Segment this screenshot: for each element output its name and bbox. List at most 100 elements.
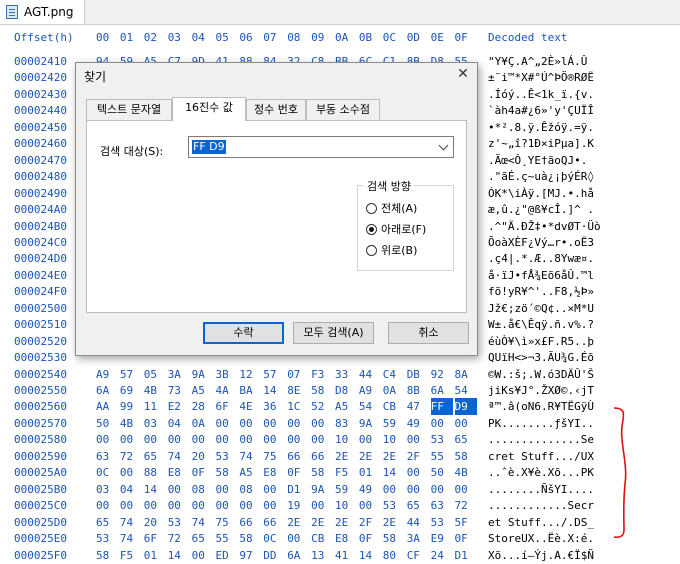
table-row[interactable]: 00002550 6A 69 4B 73 A5 4A BA 14 8E 58 D8 A9 0A 8B 6A 54… bbox=[14, 382, 594, 399]
hex-byte[interactable]: 9A bbox=[192, 366, 214, 383]
hex-byte[interactable]: 0F bbox=[359, 530, 381, 547]
hex-byte[interactable]: 6F bbox=[144, 530, 166, 547]
hex-byte[interactable]: 8A bbox=[455, 366, 477, 383]
table-row[interactable]: 00002530 QUïH<>¬3.ÃU¾G.Éõ bbox=[14, 349, 594, 366]
hex-byte[interactable]: 6F bbox=[216, 398, 238, 415]
table-row[interactable]: 000025B0 03 04 14 00 08 00 08 00 D1 9A 59 49 00 00 00 00… bbox=[14, 481, 594, 498]
hex-byte[interactable]: 75 bbox=[263, 448, 285, 465]
radio-all[interactable]: 전체(A) bbox=[366, 200, 417, 216]
hex-byte[interactable]: 00 bbox=[216, 431, 238, 448]
hex-byte[interactable]: 00 bbox=[263, 481, 285, 498]
hex-byte[interactable]: 00 bbox=[287, 415, 309, 432]
hex-byte[interactable]: 2E bbox=[359, 448, 381, 465]
hex-byte[interactable]: 14 bbox=[359, 547, 381, 564]
hex-byte[interactable]: E9 bbox=[431, 530, 453, 547]
table-row[interactable]: 00002480 ."ãÉ.ç~uà¿¡þýÉR◊ bbox=[14, 168, 594, 185]
table-row[interactable]: 000025F0 58 F5 01 14 00 ED 97 DD 6A 13 41 14 80 CF 24 D1… bbox=[14, 547, 594, 564]
hex-byte[interactable]: 65 bbox=[192, 530, 214, 547]
hex-byte[interactable]: 0C bbox=[263, 530, 285, 547]
hex-byte[interactable]: F5 bbox=[335, 464, 357, 481]
hex-byte[interactable]: 00 bbox=[311, 415, 333, 432]
decoded-text[interactable]: ª™.â(oN6.R¥TËGÿÙ bbox=[488, 398, 594, 415]
table-row[interactable]: 00002460 z'~„î?1Ð×iPµa].K bbox=[14, 135, 594, 152]
hex-byte[interactable]: 74 bbox=[239, 448, 261, 465]
decoded-text[interactable]: ..ˆè.X¥è.Xõ...PK bbox=[488, 464, 594, 481]
decoded-text[interactable]: jiKs¥J°.ŽXØ©.‹jT bbox=[488, 382, 594, 399]
table-row[interactable]: 00002540 A9 57 05 3A 9A 3B 12 57 07 F3 33 44 C4 DB 92 8A… bbox=[14, 366, 594, 383]
decoded-text[interactable]: StoreUX..Ëè.X:é. bbox=[488, 530, 594, 547]
hex-byte[interactable]: 97 bbox=[239, 547, 261, 564]
hex-byte[interactable]: 49 bbox=[359, 481, 381, 498]
close-icon[interactable]: ✕ bbox=[455, 66, 471, 82]
hex-byte[interactable]: 54 bbox=[359, 398, 381, 415]
hex-byte[interactable]: 10 bbox=[335, 497, 357, 514]
hex-byte[interactable]: 00 bbox=[216, 497, 238, 514]
table-row[interactable]: 00002500 Jž€;zö´©Q¢..×M*U bbox=[14, 300, 594, 317]
hex-byte[interactable]: 00 bbox=[168, 431, 190, 448]
hex-byte[interactable]: 00 bbox=[263, 415, 285, 432]
hex-byte[interactable]: 53 bbox=[216, 448, 238, 465]
hex-byte[interactable]: 74 bbox=[120, 530, 142, 547]
hex-byte[interactable]: 00 bbox=[120, 431, 142, 448]
radio-up[interactable]: 위로(B) bbox=[366, 242, 417, 258]
table-row[interactable]: 000025E0 53 74 6F 72 65 55 58 0C 00 CB E8 0F 58 3A E9 0F… bbox=[14, 530, 594, 547]
hex-byte[interactable]: 0A bbox=[192, 415, 214, 432]
hex-byte[interactable]: 36 bbox=[263, 398, 285, 415]
hex-byte[interactable]: 74 bbox=[168, 448, 190, 465]
decoded-text[interactable]: éùÒ¥\ì»x£F.R5..þ bbox=[488, 333, 594, 350]
decoded-text[interactable]: .Ãœ<Ô¸YE†ãoQJ•. bbox=[488, 152, 587, 169]
hex-byte[interactable]: 00 bbox=[311, 431, 333, 448]
table-row[interactable]: 000024B0 .^"Ä.ÐŽ‡•*dvØT·Üò bbox=[14, 218, 601, 235]
hex-byte[interactable]: A5 bbox=[192, 382, 214, 399]
hex-byte[interactable]: 72 bbox=[120, 448, 142, 465]
table-row[interactable]: 000024D0 .ç4|.*.Æ..8Ywæ¤. bbox=[14, 250, 594, 267]
decoded-text[interactable]: .Íóý..Ê<1k_ï.{v. bbox=[488, 86, 594, 103]
hex-byte[interactable]: 20 bbox=[144, 514, 166, 531]
table-row[interactable]: 000024A0 æ,û.¿"@ß¥cÎ.]^ . bbox=[14, 201, 594, 218]
file-tab[interactable]: AGT.png bbox=[0, 0, 85, 24]
hex-byte[interactable]: 73 bbox=[168, 382, 190, 399]
hex-byte[interactable]: 00 bbox=[407, 464, 429, 481]
radio-icon[interactable] bbox=[366, 244, 377, 256]
hex-byte[interactable]: 3B bbox=[216, 366, 238, 383]
hex-byte[interactable]: 80 bbox=[383, 547, 405, 564]
hex-byte[interactable]: 00 bbox=[455, 415, 477, 432]
hex-byte[interactable]: 4A bbox=[216, 382, 238, 399]
hex-byte[interactable]: 58 bbox=[311, 382, 333, 399]
hex-byte[interactable]: 4B bbox=[144, 382, 166, 399]
decoded-text[interactable]: ........ÑšYI.... bbox=[488, 481, 594, 498]
hex-byte[interactable]: 75 bbox=[216, 514, 238, 531]
hex-byte[interactable]: 63 bbox=[96, 448, 118, 465]
hex-byte[interactable]: 19 bbox=[287, 497, 309, 514]
hex-byte[interactable]: 01 bbox=[359, 464, 381, 481]
hex-byte[interactable]: 52 bbox=[311, 398, 333, 415]
hex-byte[interactable]: 13 bbox=[311, 547, 333, 564]
hex-byte[interactable]: A9 bbox=[359, 382, 381, 399]
hex-byte[interactable]: 00 bbox=[96, 431, 118, 448]
hex-byte[interactable]: E8 bbox=[335, 530, 357, 547]
hex-byte[interactable]: 6A bbox=[96, 382, 118, 399]
hex-byte[interactable]: 00 bbox=[359, 497, 381, 514]
hex-byte[interactable]: 66 bbox=[263, 514, 285, 531]
hex-byte[interactable]: 00 bbox=[168, 497, 190, 514]
hex-byte[interactable]: 00 bbox=[383, 481, 405, 498]
hex-byte[interactable]: BA bbox=[239, 382, 261, 399]
hex-byte[interactable]: 00 bbox=[287, 431, 309, 448]
decoded-text[interactable]: QUïH<>¬3.ÃU¾G.Éõ bbox=[488, 349, 594, 366]
find-all-button[interactable]: 모두 검색(A) bbox=[293, 322, 374, 344]
hex-byte[interactable]: 14 bbox=[168, 547, 190, 564]
hex-byte[interactable]: 24 bbox=[431, 547, 453, 564]
hex-byte[interactable]: 66 bbox=[287, 448, 309, 465]
hex-byte[interactable]: 92 bbox=[431, 366, 453, 383]
hex-byte[interactable]: 47 bbox=[407, 398, 429, 415]
hex-byte[interactable]: 57 bbox=[263, 366, 285, 383]
hex-byte[interactable]: E2 bbox=[168, 398, 190, 415]
hex-byte[interactable]: 2F bbox=[359, 514, 381, 531]
hex-byte[interactable]: 58 bbox=[455, 448, 477, 465]
hex-byte[interactable]: 53 bbox=[431, 514, 453, 531]
hex-byte[interactable]: 33 bbox=[335, 366, 357, 383]
hex-byte[interactable]: 6A bbox=[431, 382, 453, 399]
hex-byte[interactable]: 3A bbox=[407, 530, 429, 547]
search-target-combobox[interactable]: FF D9 bbox=[188, 136, 454, 158]
hex-byte[interactable]: 2E bbox=[383, 514, 405, 531]
